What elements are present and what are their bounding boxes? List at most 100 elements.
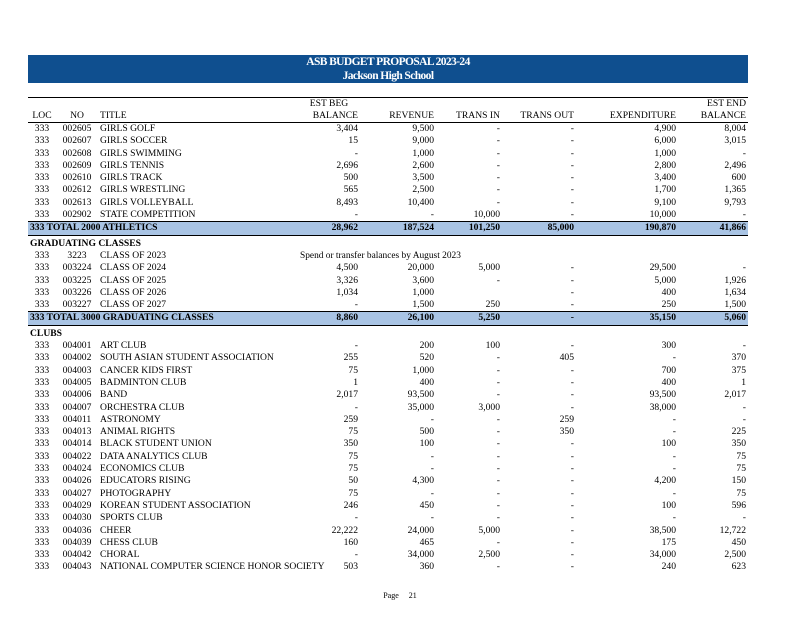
table-row: 333 004043 NATIONAL COMPUTER SCIENCE HONOR… [28,561,748,573]
cell-loc: 333 [34,376,50,388]
cell-rev: 2,500 [412,184,434,196]
cell-loc: 333 [34,196,50,208]
cell-exp: 300 [661,340,676,352]
cell-title: CLASS OF 2024 [100,262,167,274]
cell-rev: 1,000 [412,364,434,376]
cell-rev: 3,600 [412,274,434,286]
total-rev: 26,100 [360,311,436,326]
cell-tout: 350 [559,426,574,438]
cell-no: 004029 [62,499,92,511]
cell-rev: - [430,463,434,475]
cell-beg: - [354,549,358,561]
cell-loc: 333 [34,262,50,274]
col-title: TITLE [98,110,298,123]
graduating-classes-heading: GRADUATING CLASSES [30,237,141,249]
cell-exp: 38,000 [649,401,676,413]
cell-loc: 333 [34,389,50,401]
cell-tout: - [570,286,574,298]
cell-no: 004022 [62,450,92,462]
cell-title: BAND [100,389,128,401]
total-rev: 187,524 [360,221,436,236]
header-row-bottom: LOC NO TITLE BALANCE REVENUE TRANS IN TR… [28,110,748,123]
cell-no: 004007 [62,401,92,413]
cell-end: 2,500 [724,549,746,561]
total-label: 333 TOTAL 3000 GRADUATING CLASSES [28,311,298,326]
cell-exp: 1,700 [654,184,676,196]
cell-title: ANIMAL RIGHTS [100,426,176,438]
cell-title: ORCHESTRA CLUB [100,401,185,413]
cell-loc: 333 [34,249,50,261]
cell-tout: - [570,401,574,413]
cell-rev: - [430,512,434,524]
page-number: 21 [408,591,417,600]
cell-exp: 100 [661,499,676,511]
cell-beg: 75 [348,487,358,499]
cell-loc: 333 [34,426,50,438]
cell-loc: 333 [34,561,50,573]
cell-end: 596 [731,499,746,511]
cell-no: 004013 [62,426,92,438]
cell-no: 3223 [67,249,87,261]
cell-tin: - [496,426,500,438]
cell-tin: - [496,450,500,462]
cell-title: STATE COMPETITION [100,209,196,221]
cell-loc: 333 [34,549,50,561]
cell-beg: 22,222 [331,524,358,536]
table-row: 333 002902 STATE COMPETITION - - 10,000 - 10,00… [28,209,748,222]
table-row: 333 004036 CHEER 22,222 24,000 5,000 - 38,500 12… [28,525,748,537]
cell-title: ASTRONOMY [100,413,161,425]
cell-rev: - [430,487,434,499]
cell-beg: 4,500 [336,262,358,274]
cell-no: 002609 [62,159,92,171]
cell-no: 004014 [62,438,92,450]
cell-no: 002612 [62,184,92,196]
cell-no: 002902 [62,209,92,221]
table-row: 333 004027 PHOTOGRAPHY 75 - - - - 75 [28,488,748,500]
col-no: NO [56,110,98,123]
cell-no: 002613 [62,196,92,208]
cell-title: EDUCATORS RISING [100,475,191,487]
cell-tout: - [570,299,574,311]
cell-title: CLASS OF 2027 [100,299,167,311]
cell-end: 350 [731,438,746,450]
cell-tin: - [496,389,500,401]
cell-exp: 6,000 [654,135,676,147]
table-row: 333 003226 CLASS OF 2026 1,034 1,000 - 400 1,63… [28,287,748,299]
total-tout: - [502,311,576,326]
cell-loc: 333 [34,475,50,487]
cell-rev: 10,400 [407,196,434,208]
cell-beg: 75 [348,364,358,376]
cell-rev: 360 [419,561,434,573]
cell-beg: 1,034 [336,286,358,298]
total-beg: 28,962 [298,221,360,236]
cell-title: CLASS OF 2025 [100,274,167,286]
cell-no: 004042 [62,549,92,561]
cell-loc: 333 [34,209,50,221]
table-row: 333 004029 KOREAN STUDENT ASSOCIATION 246 45… [28,500,748,512]
header-row-top: EST BEG EST END [28,97,748,110]
cell-exp: 100 [661,438,676,450]
cell-exp: - [672,426,676,438]
cell-tin: 5,000 [478,524,500,536]
cell-tout: - [570,147,574,159]
col-est-end-top: EST END [678,97,748,110]
cell-end: 1,365 [724,184,746,196]
cell-no: 004030 [62,512,92,524]
cell-exp: 250 [661,299,676,311]
cell-tout: - [570,389,574,401]
cell-title: NATIONAL COMPUTER SCIENCE HONOR SOCIETY [100,561,325,573]
cell-tout: - [570,376,574,388]
cell-rev: 3,500 [412,172,434,184]
cell-rev: 450 [419,499,434,511]
table-row: 333 004042 CHORAL - 34,000 2,500 - 34,000 2,500 [28,549,748,561]
cell-exp: 10,000 [649,209,676,221]
cell-tin: - [496,196,500,208]
cell-title: KOREAN STUDENT ASSOCIATION [100,499,251,511]
col-trans-in: TRANS IN [436,110,502,123]
page-footer: Page 21 [0,591,800,600]
cell-tout: - [570,524,574,536]
cell-beg: 8,493 [336,196,358,208]
table-row: 333 004024 ECONOMICS CLUB 75 - - - - 75 [28,463,748,475]
cell-no: 004043 [62,561,92,573]
cell-no: 004039 [62,536,92,548]
